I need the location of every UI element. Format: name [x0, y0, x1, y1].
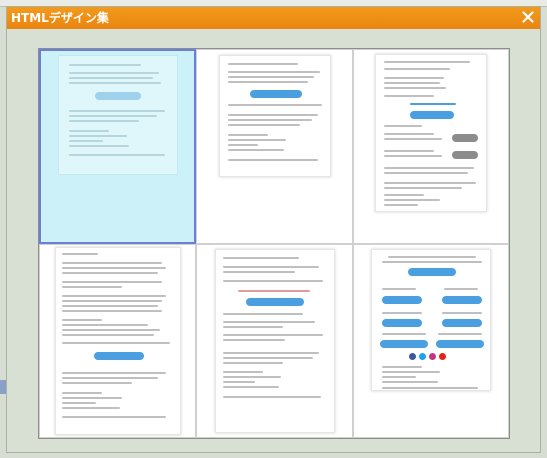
dialog-body	[7, 29, 540, 452]
template-card-3[interactable]	[353, 49, 509, 244]
template-card-1[interactable]	[39, 49, 196, 244]
template-card-4[interactable]	[39, 244, 196, 438]
screen: HTMLデザイン集	[0, 0, 547, 458]
template-preview	[371, 249, 491, 391]
dialog-title: HTMLデザイン集	[11, 11, 109, 25]
template-card-6[interactable]	[353, 244, 509, 438]
html-design-dialog: HTMLデザイン集	[6, 6, 541, 453]
template-card-5[interactable]	[196, 244, 353, 438]
template-preview	[54, 247, 181, 435]
template-preview	[375, 54, 487, 212]
close-button[interactable]	[520, 9, 536, 25]
dialog-header: HTMLデザイン集	[7, 7, 540, 29]
template-card-2[interactable]	[196, 49, 353, 244]
template-grid	[38, 48, 510, 439]
template-preview	[57, 55, 178, 175]
template-preview	[214, 249, 335, 433]
close-icon	[522, 11, 534, 23]
template-preview	[218, 55, 331, 177]
